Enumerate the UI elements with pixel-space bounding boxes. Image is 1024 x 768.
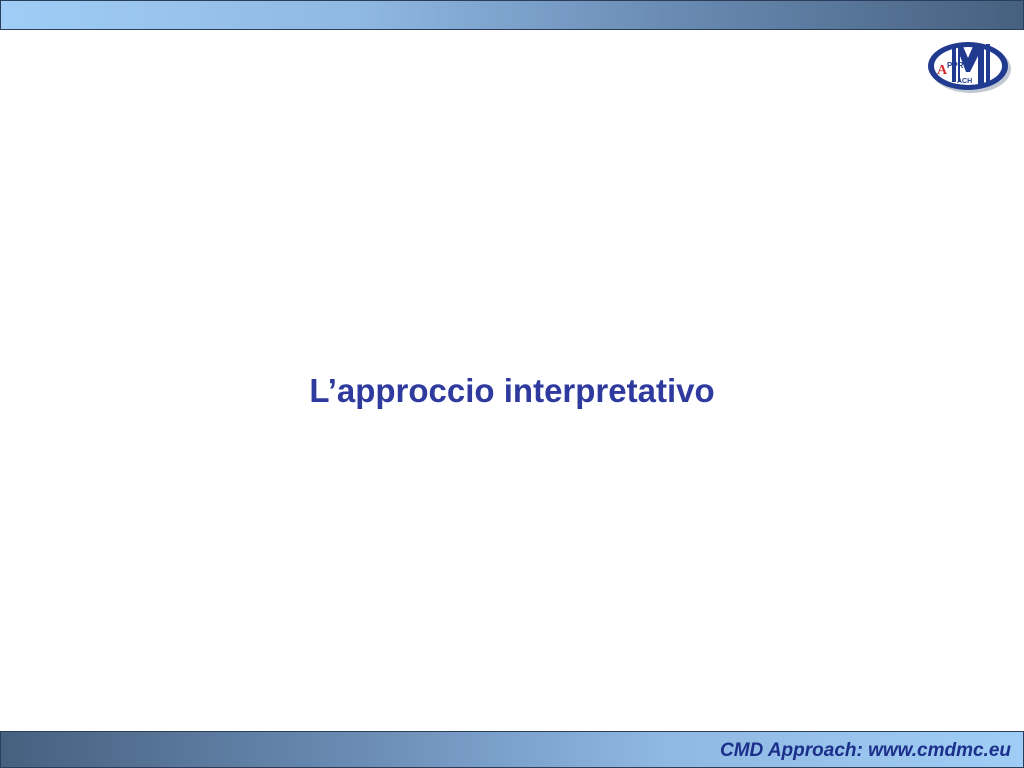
footer-text: CMD Approach: www.cmdmc.eu: [719, 740, 1011, 761]
slide: A PPRO ACH L’approccio interpretativo CM…: [0, 0, 1024, 768]
logo-text-appro: PPRO: [947, 61, 970, 70]
header-bar: [0, 0, 1024, 30]
footer-bar: CMD Approach: www.cmdmc.eu: [0, 731, 1024, 768]
cmd-approach-logo-icon: A PPRO ACH: [922, 38, 1014, 96]
slide-title: L’approccio interpretativo: [309, 372, 715, 409]
logo-graphic: A PPRO ACH: [928, 42, 1011, 93]
logo-text-ach: ACH: [957, 78, 972, 85]
